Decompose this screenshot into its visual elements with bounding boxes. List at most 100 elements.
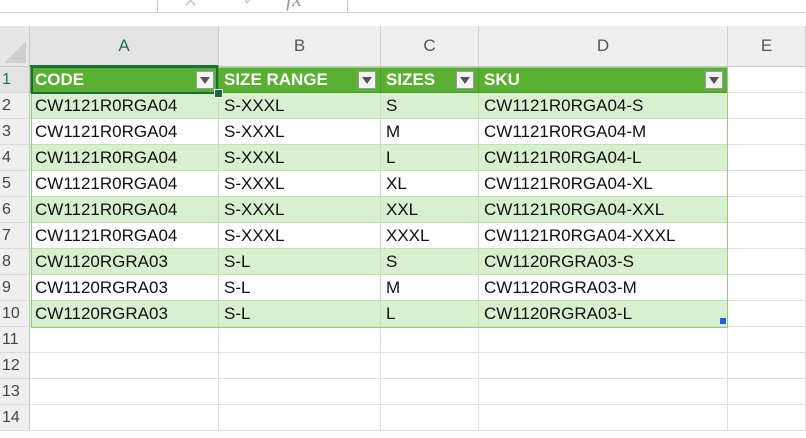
column-header-d[interactable]: D (479, 26, 728, 67)
grid-cell[interactable]: CW1121R0RGA04 (30, 223, 219, 249)
grid-cell[interactable]: CW1121R0RGA04-L (479, 145, 728, 171)
grid-cell[interactable]: L (381, 301, 479, 327)
grid-cell[interactable] (219, 405, 381, 431)
grid-cell[interactable]: CW1121R0RGA04-S (479, 93, 728, 119)
grid-cell[interactable]: S-L (219, 275, 381, 301)
grid-cell[interactable] (219, 379, 381, 405)
grid-cell[interactable] (728, 353, 806, 379)
grid-cell[interactable] (30, 353, 219, 379)
grid-cell[interactable]: CW1120RGRA03 (30, 275, 219, 301)
grid-cell[interactable]: CW1121R0RGA04 (30, 145, 219, 171)
column-header-e[interactable]: E (728, 26, 806, 67)
grid-cell[interactable]: S-XXXL (219, 93, 381, 119)
grid-cell[interactable] (30, 379, 219, 405)
grid-cell[interactable]: S (381, 93, 479, 119)
fx-icon[interactable]: fx (286, 0, 302, 10)
grid-cell[interactable]: S-XXXL (219, 171, 381, 197)
row-header-5[interactable]: 5 (0, 171, 30, 197)
check-icon[interactable]: ✓ (243, 0, 256, 10)
grid-cell[interactable]: CW1120RGRA03-M (479, 275, 728, 301)
grid-cell[interactable] (728, 249, 806, 275)
grid-cell[interactable]: S-L (219, 301, 381, 327)
cancel-icon[interactable]: ✕ (183, 0, 198, 10)
grid-cell[interactable] (381, 379, 479, 405)
table-header-cell[interactable]: SIZES (381, 67, 479, 93)
grid-cell[interactable]: CW1121R0RGA04 (30, 171, 219, 197)
row-header-4[interactable]: 4 (0, 145, 30, 171)
grid-cell[interactable] (381, 405, 479, 431)
grid-cell[interactable]: S-XXXL (219, 119, 381, 145)
grid-cell[interactable]: M (381, 275, 479, 301)
grid-cell[interactable]: S-XXXL (219, 197, 381, 223)
grid-cell[interactable] (479, 353, 728, 379)
grid-cell[interactable]: CW1120RGRA03 (30, 249, 219, 275)
grid-cell[interactable] (728, 275, 806, 301)
row-header-8[interactable]: 8 (0, 249, 30, 275)
grid-cell[interactable] (728, 327, 806, 353)
column-header-c[interactable]: C (381, 26, 479, 67)
column-header-b[interactable]: B (219, 26, 381, 67)
grid-cell[interactable]: CW1120RGRA03-L (479, 301, 728, 327)
grid-cell[interactable]: S-XXXL (219, 223, 381, 249)
row-header-11[interactable]: 11 (0, 327, 30, 353)
grid-cell[interactable]: S-XXXL (219, 145, 381, 171)
grid-cell[interactable]: CW1121R0RGA04-XXXL (479, 223, 728, 249)
grid-cell[interactable] (728, 379, 806, 405)
grid-cell[interactable]: CW1121R0RGA04 (30, 197, 219, 223)
fill-handle[interactable] (214, 89, 223, 98)
filter-dropdown-icon[interactable] (456, 71, 474, 89)
grid-cell[interactable]: CW1121R0RGA04 (30, 93, 219, 119)
grid-cell[interactable] (728, 171, 806, 197)
table-header-cell[interactable]: CODE (30, 67, 219, 93)
grid-cell[interactable]: CW1120RGRA03-S (479, 249, 728, 275)
row-header-10[interactable]: 10 (0, 301, 30, 327)
row-header-9[interactable]: 9 (0, 275, 30, 301)
grid-cell[interactable] (728, 145, 806, 171)
filter-dropdown-icon[interactable] (705, 71, 723, 89)
column-header-a[interactable]: A (30, 26, 219, 67)
grid-cell[interactable]: S (381, 249, 479, 275)
row-header-2[interactable]: 2 (0, 93, 30, 119)
filter-dropdown-icon[interactable] (358, 71, 376, 89)
grid-cell[interactable]: CW1121R0RGA04 (30, 119, 219, 145)
select-all-button[interactable] (0, 26, 30, 67)
row-header-6[interactable]: 6 (0, 197, 30, 223)
row-header-7[interactable]: 7 (0, 223, 30, 249)
grid-cell[interactable] (381, 353, 479, 379)
grid-cell[interactable]: M (381, 119, 479, 145)
table-resize-handle[interactable] (720, 318, 726, 324)
grid-cell[interactable]: CW1121R0RGA04-XL (479, 171, 728, 197)
grid-cell[interactable]: CW1121R0RGA04-M (479, 119, 728, 145)
grid-cell[interactable] (728, 93, 806, 119)
table-header-cell[interactable]: SKU (479, 67, 728, 93)
grid-cell[interactable]: S-L (219, 249, 381, 275)
grid-cell[interactable] (728, 223, 806, 249)
row-header-12[interactable]: 12 (0, 353, 30, 379)
row-header-14[interactable]: 14 (0, 405, 30, 431)
grid-cell[interactable] (728, 197, 806, 223)
grid-cell[interactable] (728, 67, 806, 93)
grid-cell[interactable]: CW1121R0RGA04-XXL (479, 197, 728, 223)
grid-cell[interactable]: XXXL (381, 223, 479, 249)
grid-cell[interactable] (479, 379, 728, 405)
grid-cell[interactable] (728, 405, 806, 431)
grid-cell[interactable] (30, 327, 219, 353)
grid-cell[interactable]: L (381, 145, 479, 171)
grid-cell[interactable] (728, 301, 806, 327)
grid-cell[interactable] (381, 327, 479, 353)
grid-cell[interactable]: XL (381, 171, 479, 197)
grid-cell[interactable] (30, 405, 219, 431)
row-header-3[interactable]: 3 (0, 119, 30, 145)
grid-cell[interactable] (219, 327, 381, 353)
formula-input[interactable] (347, 0, 806, 11)
filter-dropdown-icon[interactable] (196, 71, 214, 89)
grid-cell[interactable] (479, 405, 728, 431)
grid-cell[interactable] (479, 327, 728, 353)
grid-cell[interactable]: CW1120RGRA03 (30, 301, 219, 327)
grid-cell[interactable]: XXL (381, 197, 479, 223)
table-header-cell[interactable]: SIZE RANGE (219, 67, 381, 93)
row-header-13[interactable]: 13 (0, 379, 30, 405)
grid-cell[interactable] (728, 119, 806, 145)
row-header-1[interactable]: 1 (0, 67, 30, 93)
grid-cell[interactable] (219, 353, 381, 379)
